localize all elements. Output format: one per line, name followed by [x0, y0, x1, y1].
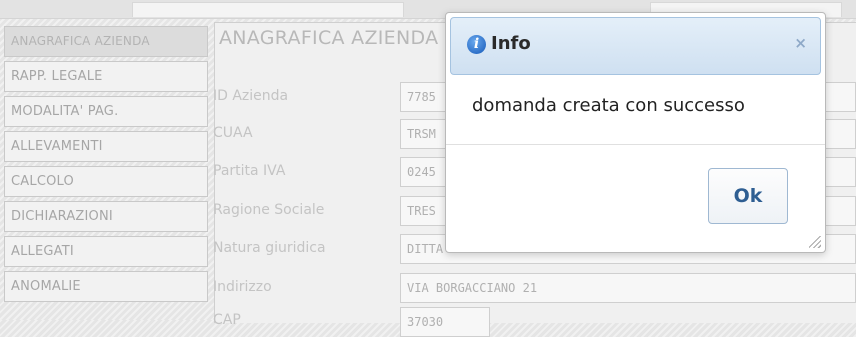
- field-label-id-azienda: ID Azienda: [213, 88, 289, 104]
- sidebar: ANAGRAFICA AZIENDA RAPP. LEGALE MODALITA…: [4, 26, 208, 306]
- dialog-header[interactable]: i Info ×: [450, 17, 821, 75]
- page-title: ANAGRAFICA AZIENDA: [219, 27, 439, 49]
- dialog-divider: [446, 144, 825, 145]
- field-label-ragione-sociale: Ragione Sociale: [213, 202, 325, 218]
- info-dialog: i Info × domanda creata con successo Ok: [445, 12, 826, 253]
- sidebar-item-rapp-legale[interactable]: RAPP. LEGALE: [4, 61, 208, 92]
- sidebar-item-anomalie[interactable]: ANOMALIE: [4, 271, 208, 302]
- dialog-message: domanda creata con successo: [472, 95, 745, 116]
- sidebar-item-allegati[interactable]: ALLEGATI: [4, 236, 208, 267]
- indirizzo-field[interactable]: VIA BORGACCIANO 21: [400, 273, 856, 303]
- field-label-natura-giuridica: Natura giuridica: [213, 240, 326, 256]
- top-tab[interactable]: [132, 2, 404, 17]
- field-label-cap: CAP: [213, 312, 241, 328]
- sidebar-item-anagrafica-azienda[interactable]: ANAGRAFICA AZIENDA: [4, 26, 208, 57]
- close-icon[interactable]: ×: [794, 34, 807, 52]
- info-icon: i: [467, 35, 486, 54]
- ok-button[interactable]: Ok: [708, 168, 788, 224]
- sidebar-item-calcolo[interactable]: CALCOLO: [4, 166, 208, 197]
- resize-grip-icon[interactable]: [809, 236, 821, 248]
- sidebar-item-allevamenti[interactable]: ALLEVAMENTI: [4, 131, 208, 162]
- sidebar-item-modalita-pag[interactable]: MODALITA' PAG.: [4, 96, 208, 127]
- field-label-partita-iva: Partita IVA: [213, 163, 286, 179]
- sidebar-item-dichiarazioni[interactable]: DICHIARAZIONI: [4, 201, 208, 232]
- cap-field[interactable]: 37030: [400, 307, 490, 337]
- dialog-title: Info: [491, 33, 531, 54]
- field-label-cuaa: CUAA: [213, 125, 253, 141]
- field-label-indirizzo: Indirizzo: [213, 279, 272, 295]
